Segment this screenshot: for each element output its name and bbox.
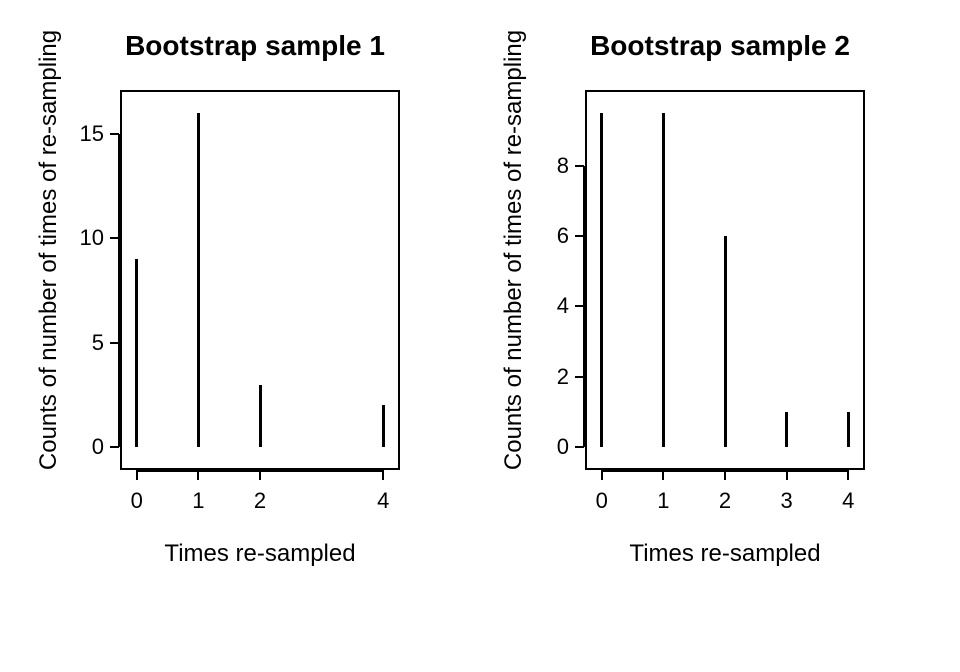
bar — [662, 113, 665, 447]
bar — [600, 113, 603, 447]
y-tick-label: 6 — [525, 223, 569, 249]
y-tick-label: 5 — [60, 330, 104, 356]
x-tick — [601, 470, 603, 480]
y-tick — [575, 305, 584, 307]
y-tick — [575, 446, 584, 448]
y-tick-label: 0 — [525, 434, 569, 460]
y-tick-label: 15 — [60, 121, 104, 147]
y-tick — [110, 133, 119, 135]
x-tick — [259, 470, 261, 480]
x-tick — [136, 470, 138, 480]
figure: Bootstrap sample 10510150124Times re-sam… — [0, 0, 960, 672]
x-axis-label: Times re-sampled — [565, 540, 885, 568]
y-axis-label: Counts of number of times of re-sampling — [35, 0, 63, 500]
chart-title: Bootstrap sample 2 — [520, 30, 920, 62]
x-tick — [724, 470, 726, 480]
y-tick-label: 0 — [60, 434, 104, 460]
x-tick-label: 0 — [117, 488, 157, 514]
x-tick — [382, 470, 384, 480]
x-tick-label: 2 — [240, 488, 280, 514]
bar — [135, 259, 138, 447]
x-tick — [197, 470, 199, 480]
x-tick-label: 3 — [767, 488, 807, 514]
y-tick — [575, 376, 584, 378]
x-tick — [786, 470, 788, 480]
y-axis — [118, 134, 120, 448]
bar — [197, 113, 200, 447]
y-tick — [110, 342, 119, 344]
y-tick — [110, 446, 119, 448]
x-tick — [662, 470, 664, 480]
x-tick-label: 4 — [828, 488, 868, 514]
bar — [785, 412, 788, 447]
y-tick-label: 4 — [525, 293, 569, 319]
y-tick-label: 2 — [525, 364, 569, 390]
x-tick — [847, 470, 849, 480]
x-tick-label: 1 — [178, 488, 218, 514]
y-tick-label: 10 — [60, 225, 104, 251]
x-tick-label: 0 — [582, 488, 622, 514]
chart-title: Bootstrap sample 1 — [55, 30, 455, 62]
bar — [724, 236, 727, 447]
bar — [259, 385, 262, 448]
y-tick — [575, 235, 584, 237]
x-tick-label: 1 — [643, 488, 683, 514]
y-tick-label: 8 — [525, 153, 569, 179]
y-tick — [110, 237, 119, 239]
x-axis-label: Times re-sampled — [100, 540, 420, 568]
y-axis-label: Counts of number of times of re-sampling — [500, 0, 528, 500]
x-tick-label: 4 — [363, 488, 403, 514]
bar — [847, 412, 850, 447]
y-tick — [575, 165, 584, 167]
x-tick-label: 2 — [705, 488, 745, 514]
bar — [382, 405, 385, 447]
